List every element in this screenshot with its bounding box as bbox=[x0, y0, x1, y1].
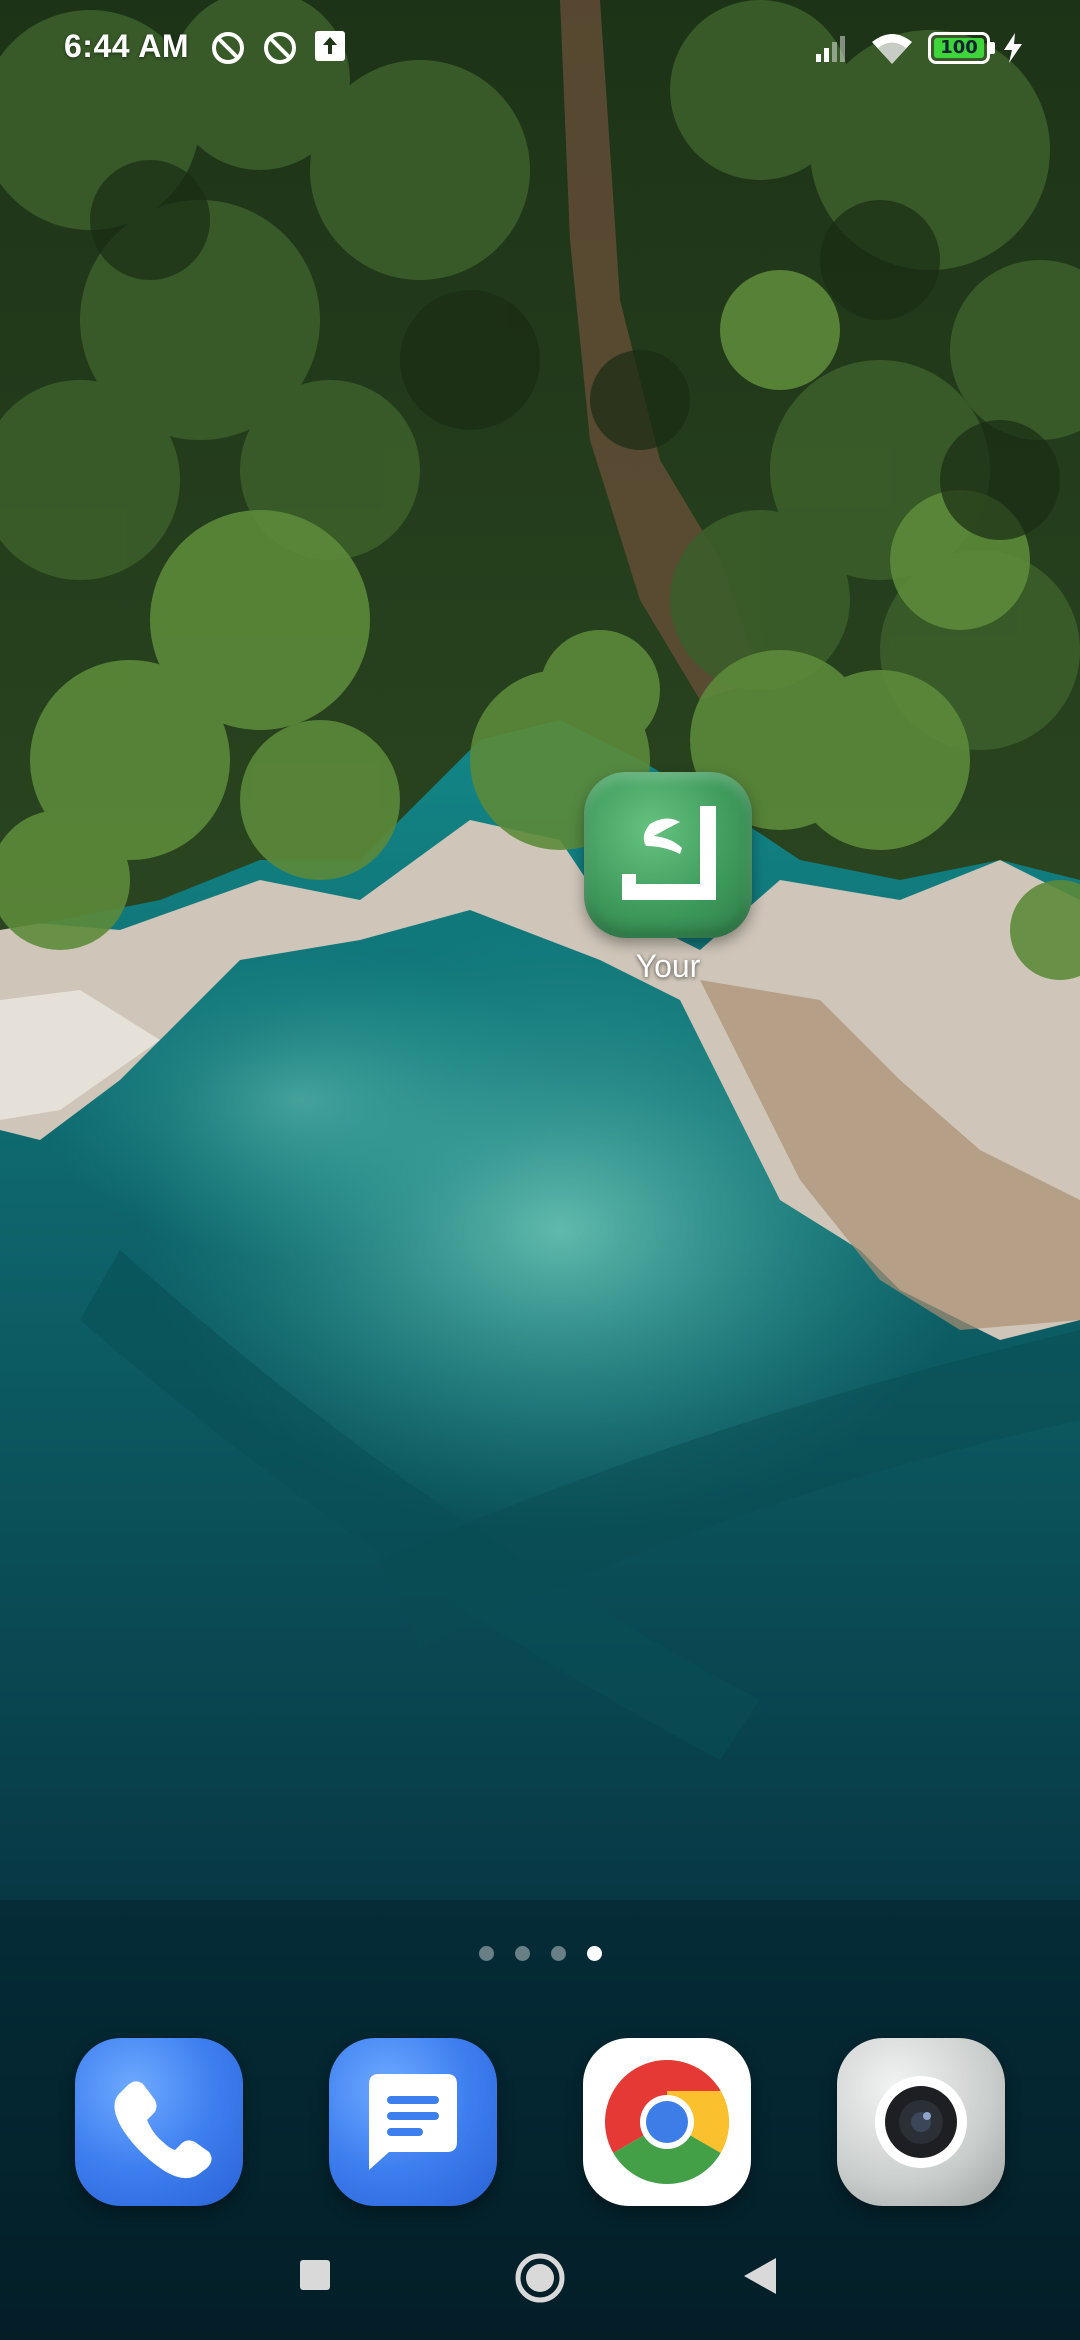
camera-icon bbox=[875, 2076, 967, 2168]
page-indicator bbox=[0, 1946, 1080, 1970]
charging-bolt-icon bbox=[1004, 33, 1022, 63]
page-dot-active[interactable] bbox=[586, 1946, 602, 1961]
phone-icon bbox=[114, 2081, 212, 2179]
upload-icon bbox=[315, 31, 345, 61]
wallpaper-image bbox=[0, 0, 1080, 2340]
navigation-bar bbox=[0, 2230, 1080, 2340]
status-bar: 6:44 AM 100 bbox=[0, 0, 1080, 100]
dock-phone-app[interactable] bbox=[75, 2038, 243, 2206]
battery-icon: 100 bbox=[928, 32, 996, 64]
messages-icon bbox=[369, 2074, 457, 2170]
dock-chrome-app[interactable] bbox=[583, 2038, 751, 2206]
home-app-your[interactable]: Your bbox=[584, 772, 752, 1002]
dock-camera-app[interactable] bbox=[837, 2038, 1005, 2206]
signal-icon bbox=[816, 36, 845, 62]
do-not-disturb-icon bbox=[264, 32, 296, 64]
app-label: Your bbox=[635, 948, 701, 984]
home-circle-icon[interactable] bbox=[514, 2252, 566, 2304]
do-not-disturb-icon bbox=[212, 32, 244, 64]
page-dot[interactable] bbox=[550, 1946, 566, 1961]
page-dot[interactable] bbox=[478, 1946, 494, 1961]
back-triangle-icon[interactable] bbox=[742, 2256, 778, 2296]
wifi-icon bbox=[872, 34, 912, 64]
page-dot[interactable] bbox=[514, 1946, 530, 1961]
battery-level: 100 bbox=[940, 37, 978, 58]
arabic-kaf-app-icon[interactable] bbox=[584, 772, 752, 938]
status-time: 6:44 AM bbox=[64, 28, 190, 64]
chrome-icon bbox=[604, 2060, 730, 2185]
recents-square-icon[interactable] bbox=[298, 2258, 332, 2292]
dock-messages-app[interactable] bbox=[329, 2038, 497, 2206]
